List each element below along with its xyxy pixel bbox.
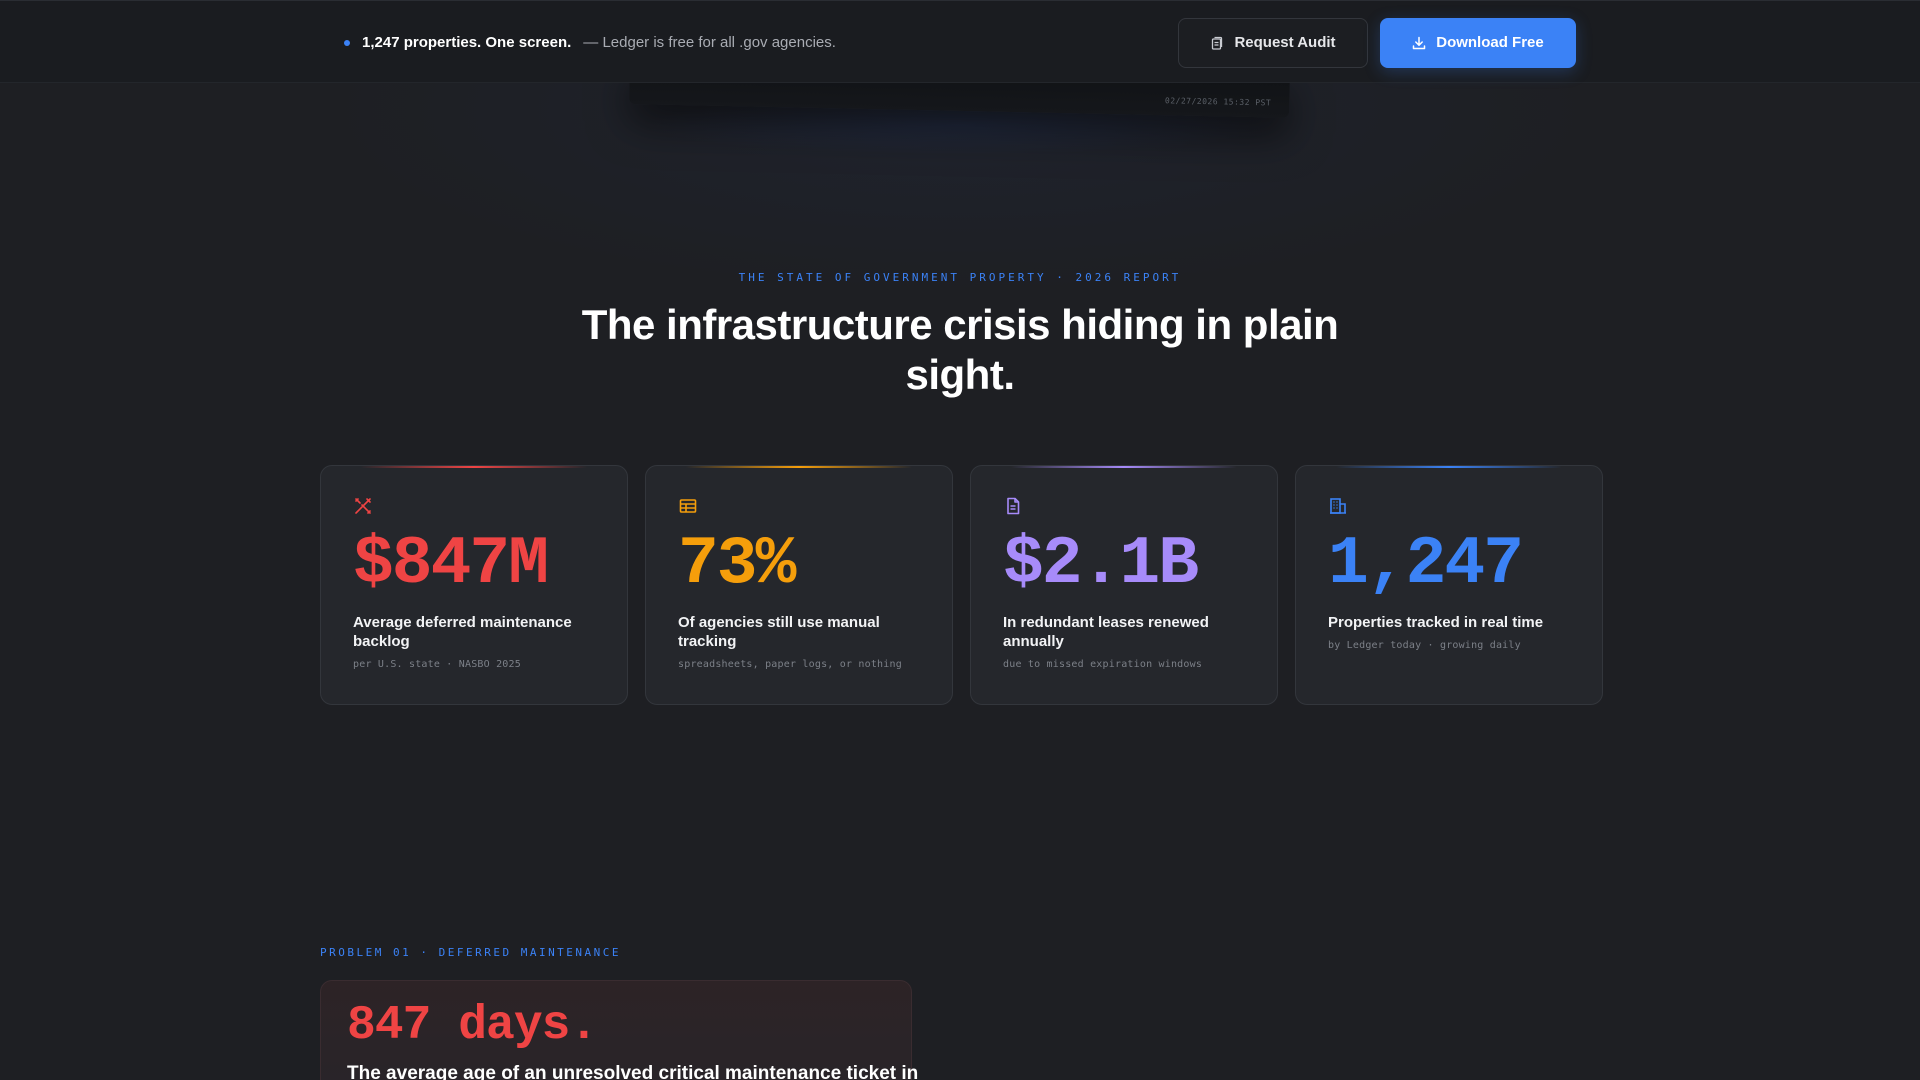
- stat-card-redundant-leases: $2.1B In redundant leases renewed annual…: [970, 465, 1278, 705]
- card-accent-line: [1336, 466, 1562, 468]
- stat-source: by Ledger today · growing daily: [1328, 640, 1521, 651]
- stat-label: In redundant leases renewed annually: [1003, 614, 1209, 650]
- card-accent-line: [686, 466, 912, 468]
- page-headline: The infrastructure crisis hiding in plai…: [581, 301, 1339, 398]
- stat-value: 73%: [678, 526, 796, 603]
- stat-source: per U.S. state · NASBO 2025: [353, 659, 521, 670]
- problem-eyebrow: PROBLEM 01 · DEFERRED MAINTENANCE: [320, 946, 622, 959]
- stat-card-manual-tracking: 73% Of agencies still use manual trackin…: [645, 465, 953, 705]
- stat-label: Average deferred maintenance backlog: [353, 614, 572, 650]
- top-announcement-bar: 1,247 properties. One screen. — Ledger i…: [0, 0, 1920, 83]
- promo-subtext: — Ledger is free for all .gov agencies.: [583, 34, 836, 51]
- document-icon: [1007, 497, 1020, 515]
- problem-card: 847 days. The average age of an unresolv…: [320, 980, 919, 1080]
- report-eyebrow: THE STATE OF GOVERNMENT PROPERTY · 2026 …: [738, 271, 1182, 284]
- stat-card-properties-tracked: 1,247 Properties tracked in real time by…: [1295, 465, 1603, 705]
- stat-source: spreadsheets, paper logs, or nothing: [678, 659, 902, 670]
- card-accent-line: [1011, 466, 1237, 468]
- top-bar-content: 1,247 properties. One screen. — Ledger i…: [320, 1, 1576, 84]
- card-accent-line: [361, 466, 587, 468]
- building-icon: [1330, 498, 1346, 514]
- stat-label: Properties tracked in real time: [1328, 614, 1544, 631]
- promo-headline: 1,247 properties. One screen.: [362, 34, 572, 51]
- spreadsheet-icon: [679, 499, 697, 513]
- preview-timestamp: 02/27/2026 15:32 PST: [1164, 96, 1272, 108]
- stat-label: Of agencies still use manual tracking: [678, 614, 880, 650]
- stat-source: due to missed expiration windows: [1003, 659, 1203, 670]
- stat-cards: $847M Average deferred maintenance backl…: [320, 465, 1603, 705]
- download-free-label: Download Free: [1436, 34, 1544, 51]
- tools-icon: [355, 498, 371, 514]
- clipboard-icon: [1212, 36, 1223, 50]
- stat-value: $2.1B: [1003, 526, 1199, 603]
- stat-value: 1,247: [1328, 526, 1524, 603]
- problem-stat: 847 days.: [347, 999, 598, 1053]
- stat-card-backlog: $847M Average deferred maintenance backl…: [320, 465, 628, 705]
- status-dot: [344, 39, 350, 46]
- stat-value: $847M: [353, 526, 549, 603]
- download-icon: [1412, 36, 1426, 49]
- problem-description: The average age of an unresolved critica…: [347, 1063, 919, 1080]
- request-audit-button[interactable]: Request Audit: [1178, 17, 1368, 68]
- download-free-button[interactable]: Download Free: [1380, 17, 1576, 68]
- request-audit-label: Request Audit: [1234, 34, 1336, 51]
